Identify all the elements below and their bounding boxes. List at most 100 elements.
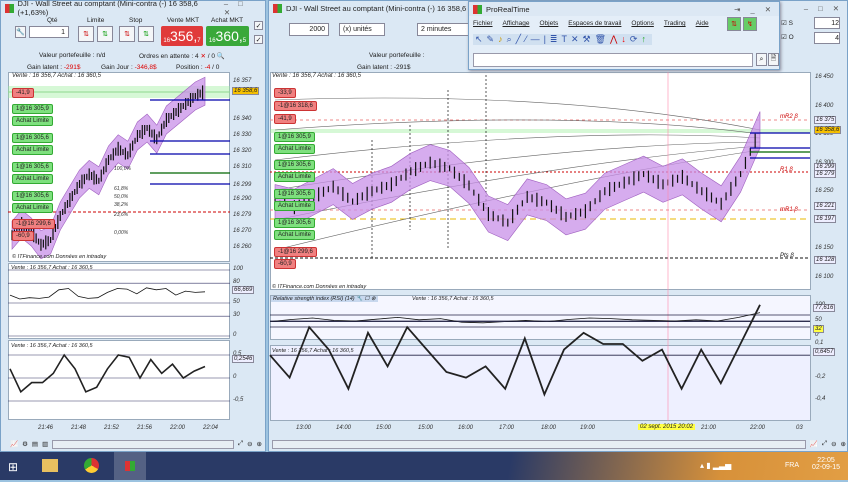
zoom-out-icon[interactable]: ⊖: [831, 440, 836, 448]
y-tick: 16 100: [815, 273, 834, 280]
rsi-quote: Vente : 16 356,7 Achat : 16 360,5: [412, 296, 494, 302]
up-arrow-icon[interactable]: ↑: [641, 34, 650, 44]
x-tick: 22:00: [170, 425, 186, 431]
zoom-in-icon[interactable]: ⊕: [841, 440, 846, 448]
order-label[interactable]: -1@16 299,6: [274, 247, 317, 257]
search-icon[interactable]: ⌕: [507, 34, 516, 44]
order-label[interactable]: -1@16 299,6: [12, 219, 55, 229]
prorealtime-taskbar-icon[interactable]: [114, 452, 146, 480]
order-label[interactable]: -41,9: [12, 88, 34, 98]
order-label[interactable]: 1@16 305,6: [12, 191, 53, 201]
order-label[interactable]: -60,9: [274, 259, 296, 269]
y-tick: 16 320: [233, 148, 252, 154]
x-tick: 21:56: [137, 425, 153, 431]
order-label[interactable]: Achat Limite: [274, 172, 316, 182]
hline-icon[interactable]: —: [531, 34, 544, 44]
zoom-fit-icon[interactable]: ⤢: [238, 440, 243, 448]
left-chart-header: Vente : 16 356,7 Achat : 16 360,5: [12, 73, 101, 79]
zoom-in-icon[interactable]: ⊕: [257, 440, 262, 448]
file-explorer-icon[interactable]: [42, 459, 58, 472]
export-icon[interactable]: 📈: [10, 440, 18, 448]
order-label[interactable]: -41,9: [274, 114, 296, 124]
down-arrow-icon[interactable]: ↓: [621, 34, 630, 44]
y-tick: 16 330: [233, 132, 252, 138]
fib-icon[interactable]: ≣: [550, 34, 562, 44]
osc-tick: -0,2: [815, 373, 826, 380]
order-label[interactable]: Achat Limite: [12, 174, 54, 184]
order-label[interactable]: -60,9: [12, 231, 34, 241]
order-label[interactable]: Achat Limite: [12, 116, 54, 126]
order-label[interactable]: 1@16 305,6: [274, 160, 315, 170]
fib-label: 23,6%: [114, 212, 129, 218]
zoom-fit-icon[interactable]: ⤢: [822, 440, 827, 448]
menu-aide[interactable]: Aide: [696, 20, 709, 27]
clock[interactable]: 22:05 02-09-15: [812, 457, 840, 471]
trash-icon[interactable]: 🗑: [595, 34, 610, 44]
menu-fichier[interactable]: Fichier: [473, 20, 493, 27]
popup-search-input[interactable]: [473, 53, 753, 67]
zoom-out-icon[interactable]: ⊖: [247, 440, 252, 448]
line-icon[interactable]: ╱: [516, 34, 525, 44]
x-tick: 21:48: [71, 425, 87, 431]
sell-icon[interactable]: ↯: [743, 17, 757, 31]
profit-zone: [270, 129, 811, 133]
order-label[interactable]: 1@16 305,9: [12, 104, 53, 114]
level-label: R1 β: [780, 167, 793, 173]
export-icon[interactable]: 📈: [810, 440, 818, 448]
tools-icon[interactable]: ⚒: [583, 34, 595, 44]
menu-bar: Fichier Affichage Objets Espaces de travail…: [473, 20, 719, 27]
price-tag: 16 197: [814, 215, 837, 223]
right-chart-header: Vente : 16 356,7 Achat : 16 360,5: [272, 73, 361, 79]
order-label[interactable]: -1@16 318,6: [274, 101, 317, 111]
menu-trading[interactable]: Trading: [664, 20, 686, 27]
menu-objets[interactable]: Objets: [540, 20, 559, 27]
left-copyright: © ITFinance.com Données en intraday: [12, 254, 107, 260]
zoom-search-icon[interactable]: ⌕: [756, 53, 767, 66]
buy-icon[interactable]: ⇅: [727, 17, 741, 31]
language-indicator[interactable]: FRA: [785, 462, 799, 469]
order-label[interactable]: -33,9: [274, 88, 296, 98]
rsi-header[interactable]: Relative strength index (RSI) (14) 🔧 ☐ ⊗: [271, 296, 378, 302]
ind1-tick: 50: [233, 299, 240, 305]
cursor-icon[interactable]: ↖: [475, 34, 487, 44]
order-label[interactable]: Achat Limite: [274, 201, 316, 211]
order-label[interactable]: Achat Limite: [274, 144, 316, 154]
prorealtime-popup: ProRealTime ⇥ _ ✕ Fichier Affichage Objets E…: [468, 1, 780, 70]
indicator-icon[interactable]: ▥: [42, 440, 48, 448]
order-label[interactable]: 1@16 305,6: [274, 218, 315, 228]
order-label[interactable]: 1@16 305,6: [12, 162, 53, 172]
horizontal-scrollbar[interactable]: [52, 439, 234, 449]
alarm-icon[interactable]: ♪: [498, 34, 507, 44]
fib-label: 100,0%: [114, 166, 131, 172]
windows-start-icon[interactable]: ⊞: [8, 460, 18, 474]
order-label[interactable]: 1@16 305,6: [274, 189, 315, 199]
x-tick: 14:00: [336, 425, 352, 431]
order-label[interactable]: 1@16 305,9: [274, 132, 315, 142]
text-icon[interactable]: T: [561, 34, 571, 44]
refresh-icon[interactable]: ⟳: [630, 34, 642, 44]
menu-options[interactable]: Options: [631, 20, 653, 27]
tray-icons[interactable]: ▴ ▮ ▂▃▅: [700, 461, 731, 470]
left-ind1-value: 66,669: [232, 286, 255, 294]
y-tick: 16 250: [815, 188, 834, 194]
channel-icon[interactable]: ✕: [571, 34, 583, 44]
order-label[interactable]: 1@16 305,6: [12, 133, 53, 143]
chrome-icon[interactable]: [84, 458, 99, 473]
order-label[interactable]: Achat Limite: [12, 145, 54, 155]
right-copyright: © ITFinance.com Données en intraday: [272, 284, 367, 290]
list-icon[interactable]: ▤: [32, 440, 38, 448]
menu-espaces[interactable]: Espaces de travail: [568, 20, 621, 27]
order-label[interactable]: Achat Limite: [12, 203, 54, 213]
popup-controls[interactable]: ⇥ _ ✕: [734, 5, 779, 14]
ruler-icon[interactable]: ✎: [487, 34, 499, 44]
horizontal-scrollbar[interactable]: [272, 439, 806, 449]
trend-icon[interactable]: ⋀: [610, 34, 621, 44]
x-tick: 21:52: [104, 425, 120, 431]
osc-tick: 0,1: [815, 340, 824, 346]
menu-affichage[interactable]: Affichage: [503, 20, 530, 27]
save-icon[interactable]: 🗎: [768, 53, 779, 66]
ind1-tick: 30: [233, 312, 240, 319]
ind2-tick: -0,5: [233, 397, 244, 403]
order-label[interactable]: Achat Limite: [274, 230, 316, 240]
settings-icon[interactable]: ⚙: [22, 440, 28, 448]
